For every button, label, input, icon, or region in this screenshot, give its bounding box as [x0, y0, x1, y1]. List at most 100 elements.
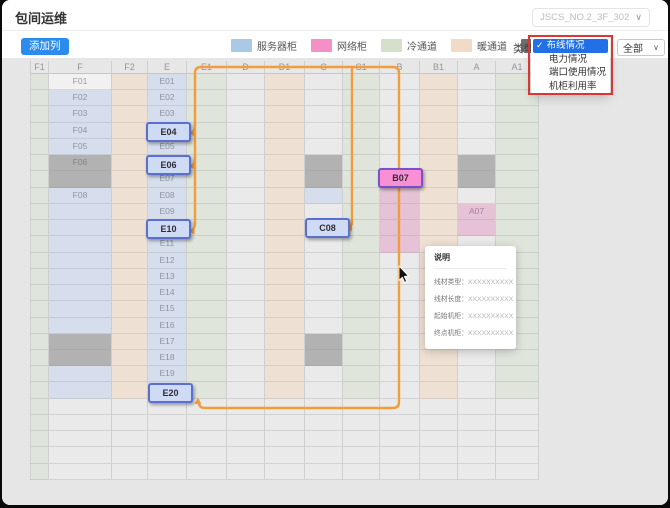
cold-aisle-swatch-icon [381, 39, 402, 52]
tooltip-row-label: 终点机柜： [434, 330, 468, 337]
grid-cell [496, 155, 538, 171]
grid-cell [187, 236, 226, 252]
grid-column-header: B [380, 61, 419, 74]
menu-item-option[interactable]: 端口使用情况 [533, 66, 608, 80]
grid-cell [148, 464, 186, 480]
cabinet-box-e10[interactable]: E10 [146, 219, 191, 239]
grid-cell: F01 [49, 74, 111, 90]
grid-cell [227, 285, 264, 301]
grid-column-header: C [305, 61, 342, 74]
grid-cell [343, 171, 379, 187]
grid-cell [305, 382, 342, 398]
grid-cell [49, 464, 111, 480]
grid-cell [187, 123, 226, 139]
grid-cell [265, 301, 304, 317]
grid-cell [227, 106, 264, 122]
grid-cell [458, 399, 495, 415]
grid-cell [420, 220, 457, 236]
grid-column-header: C1 [343, 61, 379, 74]
grid-cell [265, 382, 304, 398]
grid-column: D1 [265, 61, 305, 480]
grid-cell [265, 220, 304, 236]
grid-cell [343, 350, 379, 366]
grid-cell: E09 [148, 204, 186, 220]
grid-cell: E16 [148, 318, 186, 334]
grid-column: D [227, 61, 265, 480]
checkmark-icon: ✓ [536, 40, 544, 50]
grid-cell [265, 106, 304, 122]
grid-cell [227, 220, 264, 236]
cabinet-box-e06[interactable]: E06 [146, 155, 191, 175]
grid-cell [305, 431, 342, 447]
grid-cell [496, 431, 538, 447]
menu-item-selected[interactable]: ✓布线情况 [533, 39, 608, 53]
grid-cell [343, 447, 379, 463]
grid-cell [343, 334, 379, 350]
grid-cell [380, 301, 419, 317]
grid-cell [187, 447, 226, 463]
grid-cell: F04 [49, 123, 111, 139]
grid-cell [31, 253, 48, 269]
grid-cell [458, 188, 495, 204]
grid-cell [265, 285, 304, 301]
grid-cell [420, 204, 457, 220]
grid-cell [380, 318, 419, 334]
grid-cell [380, 123, 419, 139]
grid-cell [227, 204, 264, 220]
grid-cell [49, 204, 111, 220]
legend-label: 冷通道 [407, 38, 437, 53]
legend-label: 服务器柜 [257, 38, 297, 53]
grid-cell: E12 [148, 253, 186, 269]
grid-cell [458, 415, 495, 431]
grid-cell [227, 464, 264, 480]
cabinet-box-e20[interactable]: E20 [148, 383, 193, 403]
grid-cell [380, 204, 419, 220]
page-title: 包间运维 [15, 8, 67, 27]
grid-cell [458, 431, 495, 447]
grid-cell [496, 188, 538, 204]
grid-cell [343, 74, 379, 90]
grid-cell [458, 350, 495, 366]
grid-cell [227, 74, 264, 90]
cabinet-box-b07[interactable]: B07 [378, 168, 423, 188]
grid-cell [112, 139, 147, 155]
grid-cell [31, 90, 48, 106]
grid-cell [265, 74, 304, 90]
grid-cell [458, 171, 495, 187]
grid-cell [343, 269, 379, 285]
grid-cell [187, 90, 226, 106]
filter-select-dropdown[interactable]: 全部 ∨ [617, 39, 665, 56]
grid-cell [31, 171, 48, 187]
menu-item-option[interactable]: 电力情况 [533, 53, 608, 67]
grid-cell: E18 [148, 350, 186, 366]
grid-cell [112, 171, 147, 187]
grid-cell [458, 74, 495, 90]
grid-cell [420, 139, 457, 155]
grid-cell [343, 106, 379, 122]
grid-cell [227, 415, 264, 431]
cabinet-box-e04[interactable]: E04 [146, 122, 191, 142]
grid-cell [420, 74, 457, 90]
grid-cell [265, 188, 304, 204]
tooltip-row-value: XXXXXXXXXX [468, 296, 513, 303]
grid-cell [458, 464, 495, 480]
grid-cell [380, 106, 419, 122]
add-column-button[interactable]: 添加列 [21, 38, 69, 55]
menu-item-option[interactable]: 机柜利用率 [533, 80, 608, 94]
grid-cell [187, 204, 226, 220]
grid-cell [496, 447, 538, 463]
grid-column-header: F2 [112, 61, 147, 74]
grid-cell [420, 382, 457, 398]
grid-cell [187, 464, 226, 480]
grid-cell [187, 139, 226, 155]
grid-cell [343, 301, 379, 317]
grid-cell [31, 318, 48, 334]
grid-cell [31, 366, 48, 382]
grid-cell [31, 399, 48, 415]
grid-cell [305, 90, 342, 106]
grid-cell [187, 334, 226, 350]
cabinet-box-c08[interactable]: C08 [305, 218, 350, 238]
top-bar: 包间运维 JSCS_NO.2_3F_302 ∨ [2, 0, 668, 31]
view-mode-menu: ✓布线情况电力情况端口使用情况机柜利用率 [531, 37, 610, 95]
room-select-dropdown[interactable]: JSCS_NO.2_3F_302 ∨ [532, 8, 650, 27]
